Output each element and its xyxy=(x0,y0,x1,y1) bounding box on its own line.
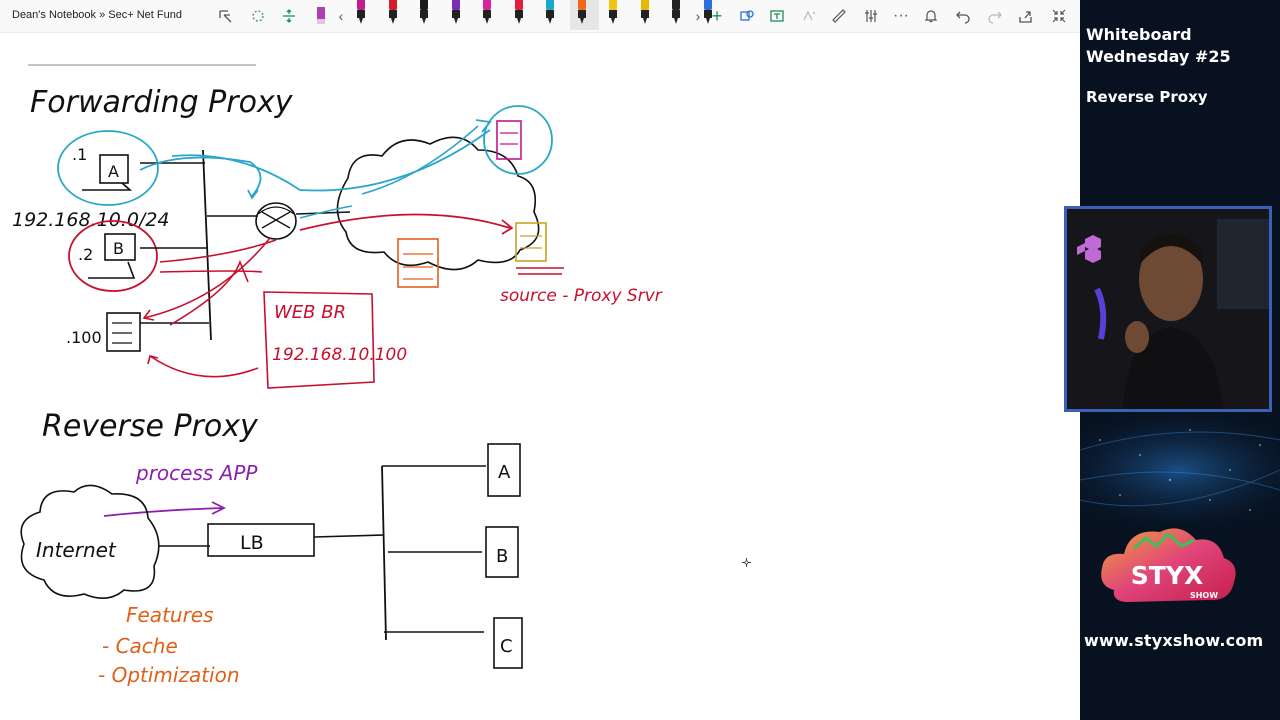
features-title: Features xyxy=(126,603,214,627)
pen-red-icon[interactable] xyxy=(386,0,400,26)
lasso-icon[interactable] xyxy=(248,4,268,28)
gold-server xyxy=(515,222,547,262)
onenote-window: Dean's Notebook » Sec+ Net Fund ‹ › + ··… xyxy=(0,0,1080,720)
server-c-label: C xyxy=(500,636,513,657)
destination-server xyxy=(496,120,522,160)
whiteboard-canvas[interactable]: Forwarding Proxy A .1 192.168.10.0/24 B … xyxy=(0,33,1080,720)
router-icon xyxy=(255,202,297,240)
purple-flow-arrow xyxy=(103,507,223,517)
webcam-feed xyxy=(1064,206,1272,412)
eraser-icon[interactable] xyxy=(312,4,330,28)
ink-to-shape-icon[interactable] xyxy=(738,4,756,28)
show-title: Whiteboard Wednesday #25 xyxy=(1086,25,1231,66)
feature-optimization: - Optimization xyxy=(98,663,240,687)
pen-cursor-icon xyxy=(742,558,751,567)
insert-space-icon[interactable] xyxy=(279,4,299,28)
pen-yellow-icon[interactable] xyxy=(606,0,620,26)
logo-text: STYX xyxy=(1131,561,1203,590)
pen-purple-icon[interactable] xyxy=(449,0,463,26)
presenter-video xyxy=(1067,209,1269,409)
pen-gold-icon[interactable] xyxy=(638,0,652,26)
web-br-ip: 192.168.10.100 xyxy=(272,345,407,365)
switch-line xyxy=(202,149,212,341)
pen-black-icon[interactable] xyxy=(417,0,431,26)
drawing-toolbar: Dean's Notebook » Sec+ Net Fund ‹ › + ··… xyxy=(0,0,1080,33)
pen-blue-icon[interactable] xyxy=(701,0,715,26)
ink-to-text-icon[interactable] xyxy=(768,4,786,28)
process-app-label: process APP xyxy=(135,461,258,485)
feature-cache: - Cache xyxy=(102,634,178,658)
website-url: www.styxshow.com xyxy=(1084,631,1264,650)
exit-fullscreen-icon[interactable] xyxy=(1050,4,1068,28)
more-options-icon[interactable]: ··· xyxy=(892,4,910,28)
red-flow-proxy-to-server xyxy=(299,213,511,231)
server-ip: .100 xyxy=(66,328,102,347)
destination-server-highlight xyxy=(483,105,553,175)
source-proxy-note: source - Proxy Srvr xyxy=(500,286,663,306)
settings-sliders-icon[interactable] xyxy=(862,4,880,28)
undo-icon[interactable] xyxy=(954,4,972,28)
share-icon[interactable] xyxy=(1017,4,1035,28)
subnet-label: 192.168.10.0/24 xyxy=(12,209,170,231)
host-b-label: B xyxy=(113,239,124,258)
logo-subtext: SHOW xyxy=(1190,591,1218,600)
internet-label: Internet xyxy=(36,538,117,562)
pen-orange-selected-icon[interactable] xyxy=(569,0,599,30)
ruler-icon[interactable] xyxy=(830,4,848,28)
server-b-label: B xyxy=(496,546,508,567)
web-br-label: WEB BR xyxy=(274,302,346,323)
ink-to-math-icon[interactable] xyxy=(800,4,818,28)
pen-pink-icon[interactable] xyxy=(480,0,494,26)
pen-dark-icon[interactable] xyxy=(669,0,683,26)
episode-topic: Reverse Proxy xyxy=(1086,88,1208,106)
server-a-label: A xyxy=(498,462,511,483)
pen-crimson-icon[interactable] xyxy=(512,0,526,26)
host-a-label: A xyxy=(108,162,119,181)
pen-magenta-icon[interactable] xyxy=(354,0,368,26)
reverse-proxy-title: Reverse Proxy xyxy=(42,409,259,444)
breadcrumb[interactable]: Dean's Notebook » Sec+ Net Fund xyxy=(12,9,182,21)
forwarding-proxy-title: Forwarding Proxy xyxy=(30,85,294,120)
backend-bus xyxy=(381,465,387,641)
lasso-select-icon[interactable] xyxy=(216,4,236,28)
bell-icon[interactable] xyxy=(922,4,940,28)
host-b-ip: .2 xyxy=(78,245,93,264)
load-balancer-label: LB xyxy=(240,532,264,554)
redo-icon[interactable] xyxy=(986,4,1004,28)
host-a-ip: .1 xyxy=(72,145,87,164)
styx-show-logo: STYX SHOW xyxy=(1101,528,1236,602)
pen-cyan-icon[interactable] xyxy=(543,0,557,26)
scroll-left-icon[interactable]: ‹ xyxy=(335,4,347,28)
orange-server xyxy=(397,238,439,288)
web-proxy-server-box xyxy=(106,312,141,352)
